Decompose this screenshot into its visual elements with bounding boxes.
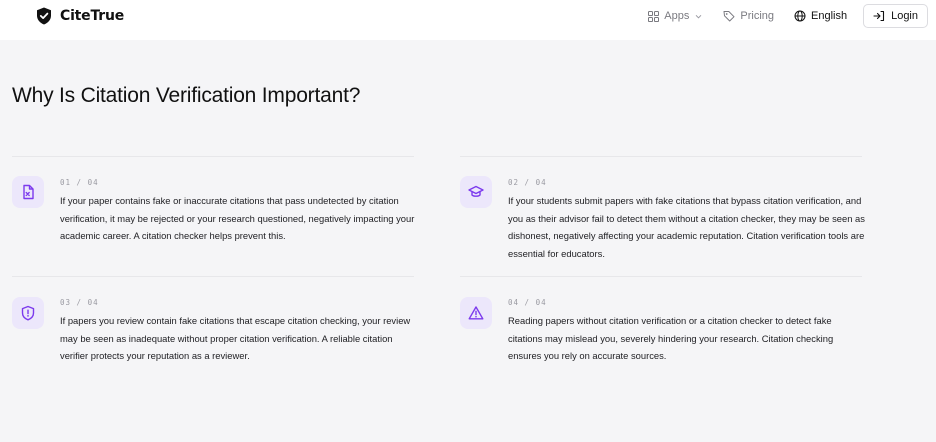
card-text: Reading papers without citation verifica…	[508, 315, 834, 361]
language-selector[interactable]: English	[784, 4, 857, 28]
card-number: 04 / 04	[508, 298, 547, 307]
brand-name: CiteTrue	[60, 8, 125, 24]
shield-check-logo-icon	[37, 7, 51, 25]
apps-menu[interactable]: Apps	[638, 4, 713, 28]
card-icon-wrap	[12, 297, 44, 329]
graduation-cap-icon	[468, 185, 484, 197]
login-button[interactable]: Login	[863, 4, 928, 28]
brand-link[interactable]: CiteTrue	[36, 6, 124, 26]
grid-icon	[648, 10, 660, 22]
card-icon-wrap	[12, 176, 44, 208]
language-label: English	[811, 10, 848, 22]
login-label: Login	[891, 10, 918, 22]
globe-icon	[794, 10, 806, 22]
warning-triangle-icon	[468, 306, 484, 320]
shield-alert-icon	[21, 305, 35, 321]
card-text: If your paper contains fake or inaccurat…	[60, 195, 415, 241]
card-text: If papers you review contain fake citati…	[60, 315, 411, 361]
card-number: 01 / 04	[60, 178, 99, 187]
pricing-link[interactable]: Pricing	[713, 4, 784, 28]
chevron-down-icon	[696, 14, 702, 19]
reason-card-1: 01 / 04 If your paper contains fake or i…	[12, 156, 414, 276]
page-title: Why Is Citation Verification Important?	[12, 84, 361, 107]
file-x-icon	[23, 184, 34, 200]
card-number: 03 / 04	[60, 298, 99, 307]
reason-card-3: 03 / 04 If papers you review contain fak…	[12, 276, 414, 386]
reason-card-2: 02 / 04 If your students submit papers w…	[460, 156, 865, 276]
card-icon-wrap	[460, 297, 492, 329]
apps-label: Apps	[664, 10, 690, 22]
pricing-label: Pricing	[740, 10, 774, 22]
card-text: If your students submit papers with fake…	[508, 195, 865, 259]
reason-card-4: 04 / 04 Reading papers without citation …	[460, 276, 862, 386]
top-nav: Apps Pricing English Login	[638, 4, 928, 28]
card-number: 02 / 04	[508, 178, 547, 187]
top-header: CiteTrue Apps Pricing English Login	[0, 0, 936, 40]
tag-icon	[723, 11, 735, 22]
login-arrow-icon	[873, 10, 885, 22]
card-icon-wrap	[460, 176, 492, 208]
